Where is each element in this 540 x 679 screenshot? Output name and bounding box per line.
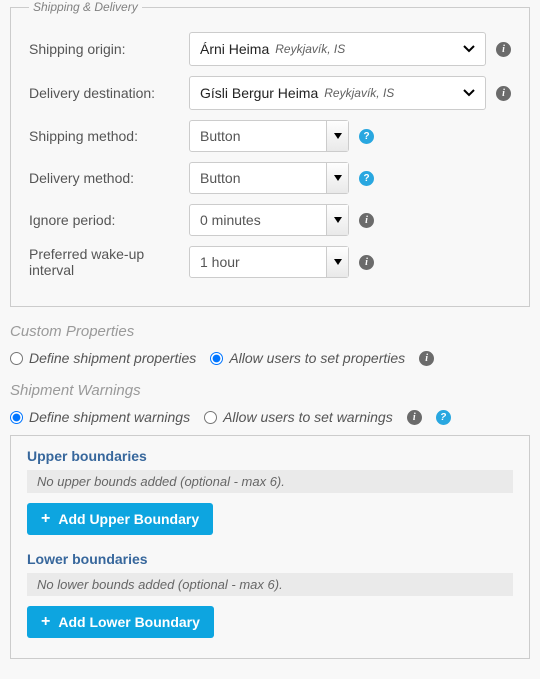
lower-boundaries-note: No lower bounds added (optional - max 6)…	[27, 573, 513, 596]
wakeup-label: Preferred wake-up interval	[29, 246, 189, 278]
info-icon[interactable]: i	[496, 42, 511, 57]
shipping-method-row: Shipping method: Button ?	[29, 120, 511, 152]
shipment-warnings-title: Shipment Warnings	[10, 382, 530, 399]
destination-select[interactable]: Gísli Bergur Heima Reykjavík, IS	[189, 76, 486, 110]
origin-value-sub: Reykjavík, IS	[275, 42, 345, 56]
info-icon[interactable]: i	[407, 410, 422, 425]
origin-label: Shipping origin:	[29, 41, 189, 57]
origin-row: Shipping origin: Árni Heima Reykjavík, I…	[29, 32, 511, 66]
chevron-down-icon	[463, 89, 475, 97]
destination-row: Delivery destination: Gísli Bergur Heima…	[29, 76, 511, 110]
shipment-warnings-options: Define shipment warnings Allow users to …	[10, 409, 530, 425]
destination-value-name: Gísli Bergur Heima	[200, 85, 318, 101]
origin-select[interactable]: Árni Heima Reykjavík, IS	[189, 32, 486, 66]
upper-boundaries-note: No upper bounds added (optional - max 6)…	[27, 470, 513, 493]
chevron-down-icon	[326, 247, 348, 277]
delivery-method-select[interactable]: Button	[189, 162, 349, 194]
help-icon[interactable]: ?	[359, 171, 374, 186]
shipping-method-label: Shipping method:	[29, 128, 189, 144]
define-warnings-radio[interactable]: Define shipment warnings	[10, 409, 190, 425]
info-icon[interactable]: i	[359, 255, 374, 270]
chevron-down-icon	[326, 163, 348, 193]
custom-properties-title: Custom Properties	[10, 323, 530, 340]
wakeup-select[interactable]: 1 hour	[189, 246, 349, 278]
upper-boundaries-title: Upper boundaries	[27, 448, 513, 464]
fieldset-legend: Shipping & Delivery	[29, 0, 142, 14]
plus-icon: +	[41, 614, 50, 630]
origin-value-name: Árni Heima	[200, 41, 269, 57]
warnings-panel: Upper boundaries No upper bounds added (…	[10, 435, 530, 659]
info-icon[interactable]: i	[359, 213, 374, 228]
ignore-period-value: 0 minutes	[200, 212, 261, 228]
destination-label: Delivery destination:	[29, 85, 189, 101]
plus-icon: +	[41, 511, 50, 527]
chevron-down-icon	[463, 45, 475, 53]
ignore-period-select[interactable]: 0 minutes	[189, 204, 349, 236]
add-lower-boundary-button[interactable]: + Add Lower Boundary	[27, 606, 214, 638]
allow-warnings-radio[interactable]: Allow users to set warnings	[204, 409, 393, 425]
delivery-method-value: Button	[200, 170, 240, 186]
info-icon[interactable]: i	[496, 86, 511, 101]
shipping-delivery-fieldset: Shipping & Delivery Shipping origin: Árn…	[10, 0, 530, 307]
help-icon[interactable]: ?	[436, 410, 451, 425]
chevron-down-icon	[326, 121, 348, 151]
wakeup-row: Preferred wake-up interval 1 hour i	[29, 246, 511, 278]
add-upper-boundary-button[interactable]: + Add Upper Boundary	[27, 503, 213, 535]
info-icon[interactable]: i	[419, 351, 434, 366]
allow-properties-radio[interactable]: Allow users to set properties	[210, 350, 405, 366]
destination-value-sub: Reykjavík, IS	[324, 86, 394, 100]
ignore-period-label: Ignore period:	[29, 212, 189, 228]
ignore-period-row: Ignore period: 0 minutes i	[29, 204, 511, 236]
chevron-down-icon	[326, 205, 348, 235]
delivery-method-label: Delivery method:	[29, 170, 189, 186]
wakeup-value: 1 hour	[200, 254, 240, 270]
delivery-method-row: Delivery method: Button ?	[29, 162, 511, 194]
help-icon[interactable]: ?	[359, 129, 374, 144]
shipping-method-value: Button	[200, 128, 240, 144]
define-properties-radio[interactable]: Define shipment properties	[10, 350, 196, 366]
custom-properties-options: Define shipment properties Allow users t…	[10, 350, 530, 366]
shipping-method-select[interactable]: Button	[189, 120, 349, 152]
lower-boundaries-title: Lower boundaries	[27, 551, 513, 567]
